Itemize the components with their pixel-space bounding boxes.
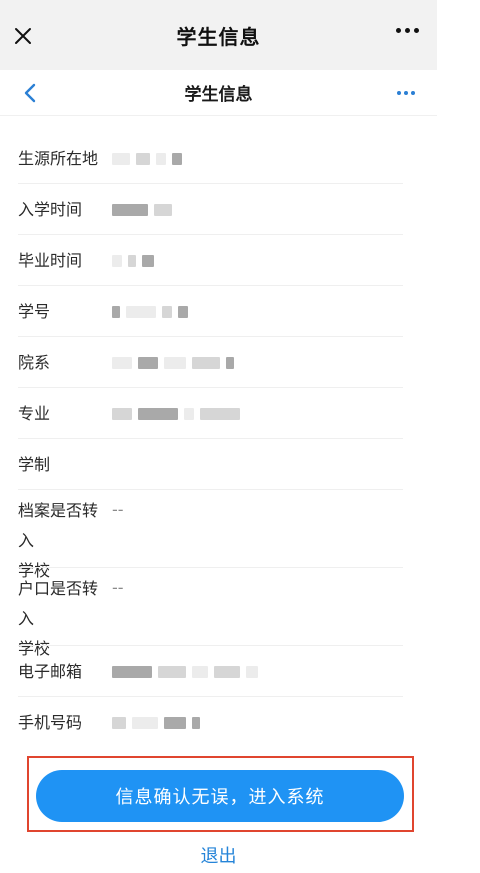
redacted-value (112, 251, 154, 271)
redacted-value (112, 662, 258, 682)
close-icon[interactable] (12, 25, 34, 47)
field-label: 毕业时间 (18, 250, 83, 270)
window-title: 学生信息 (176, 24, 261, 49)
field-label: 手机号码 (18, 712, 83, 732)
redacted-value (112, 149, 182, 169)
page-title: 学生信息 (184, 85, 253, 105)
redacted-value (112, 404, 240, 424)
redacted-value (112, 200, 172, 220)
redacted-value (112, 713, 200, 733)
field-label: 电子邮箱 (18, 661, 83, 681)
field-label: 生源所在地 (18, 148, 99, 168)
field-label: 院系 (18, 352, 51, 372)
field-origin: 生源所在地 (0, 133, 437, 184)
field-value: -- (112, 578, 124, 597)
chevron-left-icon[interactable] (20, 81, 42, 105)
more-icon[interactable] (396, 28, 419, 33)
confirm-enter-button[interactable]: 信息确认无误，进入系统 (36, 770, 404, 822)
field-label-line: 户口是否转入 (18, 579, 99, 628)
field-archive-transferred: 档案是否转入 学校 -- (0, 490, 437, 580)
field-graduation-date: 毕业时间 (0, 235, 437, 286)
page-header: 学生信息 (0, 70, 437, 116)
field-enrollment-date: 入学时间 (0, 184, 437, 235)
field-label: 学制 (18, 454, 51, 474)
field-hukou-transferred: 户口是否转入 学校 -- (0, 568, 437, 658)
field-value: -- (112, 500, 124, 519)
field-label: 专业 (18, 403, 51, 423)
page-more-icon[interactable] (397, 91, 415, 95)
exit-link[interactable]: 退出 (0, 842, 437, 868)
redacted-value (112, 302, 188, 322)
field-label: 入学时间 (18, 199, 83, 219)
redacted-value (112, 353, 234, 373)
field-email: 电子邮箱 (0, 646, 437, 697)
field-student-id: 学号 (0, 286, 437, 337)
student-info-list: 生源所在地 入学时间 毕业时间 学号 院系 专业 学制 档案是否转入 学校 --… (0, 133, 437, 748)
field-duration: 学制 (0, 439, 437, 490)
field-label: 学号 (18, 301, 51, 321)
field-department: 院系 (0, 337, 437, 388)
field-label-line: 档案是否转入 (18, 501, 99, 550)
field-major: 专业 (0, 388, 437, 439)
field-phone: 手机号码 (0, 697, 437, 748)
window-titlebar: 学生信息 (0, 0, 437, 70)
